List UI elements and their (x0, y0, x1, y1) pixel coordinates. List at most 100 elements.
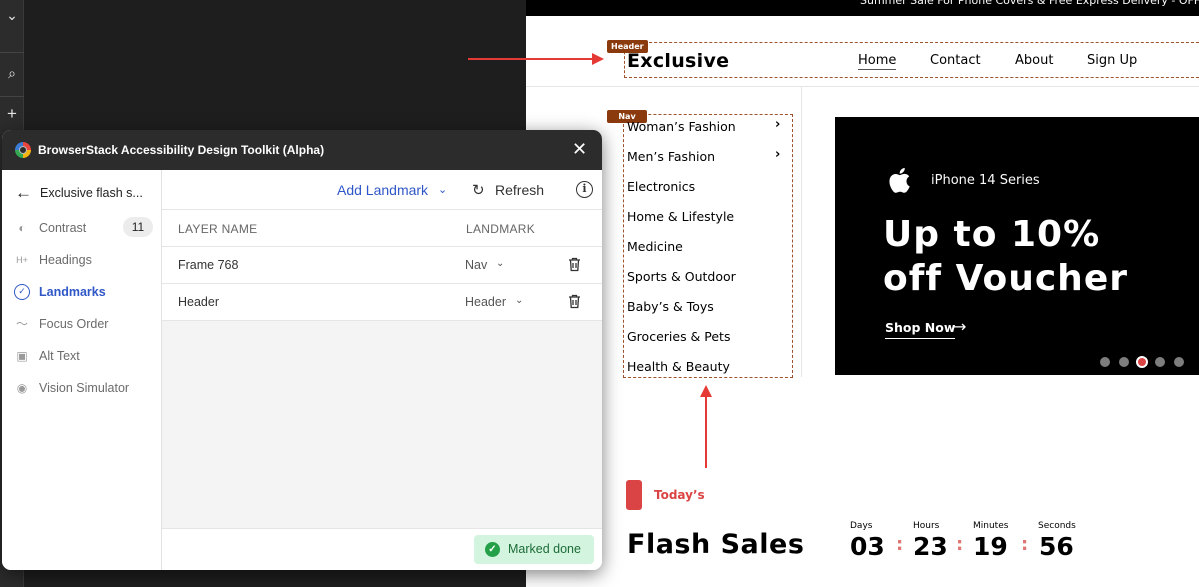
plugin-footer: ✓ Marked done (162, 528, 602, 570)
arrow-right-icon: → (953, 317, 967, 336)
chevron-down-icon[interactable]: ⌄ (438, 183, 447, 196)
shop-now-link[interactable]: Shop Now (885, 320, 956, 339)
close-icon[interactable]: ✕ (572, 139, 587, 159)
landmark-select[interactable]: Nav (465, 258, 487, 272)
sidebar-item-landmarks[interactable]: ✓ Landmarks (2, 280, 162, 304)
plugin-sidebar: ← Exclusive flash s... ◐ Contrast 11 H+ … (2, 170, 162, 570)
focus-order-icon: 〜 (15, 317, 28, 331)
category-sports-outdoor[interactable]: Sports & Outdoor (627, 269, 736, 284)
category-electronics[interactable]: Electronics (627, 179, 695, 194)
hero-headline: Up to 10% off Voucher (883, 213, 1199, 301)
chevron-down-icon[interactable]: ⌄ (515, 295, 523, 306)
check-circle-icon: ✓ (485, 542, 500, 557)
countdown-separator: : (956, 534, 964, 555)
add-landmark-button[interactable]: Add Landmark (337, 182, 428, 198)
chevron-right-icon: › (775, 147, 781, 162)
plugin-main-panel: Add Landmark ⌄ ↻ Refresh i LAYER NAME LA… (162, 170, 602, 570)
countdown-separator: : (896, 534, 904, 555)
promo-topbar: Summer Sale For Phone Covers & Free Expr… (526, 0, 1199, 16)
website-frame: Summer Sale For Phone Covers & Free Expr… (526, 0, 1199, 587)
countdown-days-value: 03 (850, 532, 885, 561)
table-row[interactable]: Frame 768 Nav ⌄ (162, 247, 602, 284)
toolbar-divider (0, 52, 24, 53)
carousel-dot[interactable] (1119, 357, 1129, 367)
eye-icon: ◉ (16, 381, 28, 395)
category-womans-fashion[interactable]: Woman’s Fashion (627, 119, 736, 134)
sidebar-item-alt-text[interactable]: ▣ Alt Text (2, 344, 162, 368)
category-health-beauty[interactable]: Health & Beauty (627, 359, 730, 374)
promo-text: Summer Sale For Phone Covers & Free Expr… (860, 0, 1199, 7)
site-logo[interactable]: Exclusive (627, 50, 729, 72)
countdown-seconds-value: 56 (1039, 532, 1074, 561)
sidebar-item-label: Alt Text (39, 349, 80, 363)
carousel-dot[interactable] (1100, 357, 1110, 367)
countdown-minutes-value: 19 (973, 532, 1008, 561)
landmarks-table-header: LAYER NAME LANDMARK (162, 210, 602, 247)
sidebar-item-focus-order[interactable]: 〜 Focus Order (2, 312, 162, 336)
sidebar-item-label: Focus Order (39, 317, 109, 331)
sidebar-item-label: Contrast (39, 221, 87, 235)
trash-icon[interactable] (568, 257, 581, 272)
countdown-hours-value: 23 (913, 532, 948, 561)
plugin-title: BrowserStack Accessibility Design Toolki… (38, 143, 325, 157)
column-header-layer-name: LAYER NAME (178, 222, 258, 236)
category-mens-fashion[interactable]: Men’s Fashion (627, 149, 715, 164)
flash-sales-title: Flash Sales (627, 529, 805, 560)
plugin-toolbar: Add Landmark ⌄ ↻ Refresh i (162, 170, 602, 210)
toolbar-divider (0, 96, 24, 97)
section-marker (626, 480, 642, 510)
countdown-hours-label: Hours (913, 521, 940, 531)
carousel-dot[interactable] (1174, 357, 1184, 367)
sidebar-item-label: Headings (39, 253, 92, 267)
table-row[interactable]: Header Header ⌄ (162, 284, 602, 321)
search-icon[interactable]: ⌕ (0, 58, 24, 88)
countdown-separator: : (1021, 534, 1029, 555)
countdown-minutes-label: Minutes (973, 521, 1009, 531)
sidebar-item-contrast[interactable]: ◐ Contrast 11 (2, 216, 162, 240)
category-babys-toys[interactable]: Baby’s & Toys (627, 299, 714, 314)
alt-text-icon: ▣ (16, 349, 28, 363)
landmarks-icon: ✓ (14, 284, 30, 300)
chevron-down-icon[interactable]: ⌄ (496, 258, 504, 269)
todays-label: Today’s (654, 488, 705, 502)
category-groceries-pets[interactable]: Groceries & Pets (627, 329, 730, 344)
marked-done-label: Marked done (508, 542, 581, 556)
headings-icon: H+ (16, 255, 28, 265)
info-icon[interactable]: i (576, 181, 593, 198)
sidebar-item-label: Landmarks (39, 285, 106, 299)
hero-banner[interactable]: iPhone 14 Series Up to 10% off Voucher S… (835, 117, 1199, 375)
plus-icon[interactable]: + (0, 99, 24, 129)
layer-name-cell: Frame 768 (178, 258, 239, 272)
table-empty-area (162, 321, 602, 528)
category-home-lifestyle[interactable]: Home & Lifestyle (627, 209, 734, 224)
category-divider (801, 87, 802, 377)
plugin-window: BrowserStack Accessibility Design Toolki… (2, 130, 602, 570)
carousel-dot-active[interactable] (1136, 356, 1148, 368)
landmark-select[interactable]: Header (465, 295, 506, 309)
sidebar-item-headings[interactable]: H+ Headings (2, 248, 162, 272)
nav-link-contact[interactable]: Contact (930, 53, 981, 68)
back-arrow-icon[interactable]: ← (15, 183, 32, 203)
layer-name-cell: Header (178, 295, 219, 309)
marked-done-button[interactable]: ✓ Marked done (474, 535, 594, 564)
nav-link-home[interactable]: Home (858, 53, 897, 70)
refresh-button[interactable]: Refresh (495, 182, 544, 198)
file-name: Exclusive flash s... (40, 186, 143, 200)
category-medicine[interactable]: Medicine (627, 239, 683, 254)
hero-series-label: iPhone 14 Series (931, 173, 1040, 188)
trash-icon[interactable] (568, 294, 581, 309)
carousel-dot[interactable] (1155, 357, 1165, 367)
contrast-icon: ◐ (18, 221, 26, 235)
countdown-seconds-label: Seconds (1038, 521, 1076, 531)
apple-icon (889, 167, 910, 193)
refresh-icon[interactable]: ↻ (472, 181, 485, 199)
sidebar-item-vision-simulator[interactable]: ◉ Vision Simulator (2, 376, 162, 400)
nav-link-about[interactable]: About (1015, 53, 1053, 68)
nav-link-sign-up[interactable]: Sign Up (1087, 53, 1137, 68)
hero-headline-line-2: off Voucher (883, 258, 1128, 299)
chevron-right-icon: › (775, 117, 781, 132)
countdown-days-label: Days (850, 521, 873, 531)
hero-headline-line-1: Up to 10% (883, 214, 1101, 255)
contrast-count-badge: 11 (123, 217, 153, 237)
chevron-icon[interactable]: ⌄ (0, 0, 24, 30)
